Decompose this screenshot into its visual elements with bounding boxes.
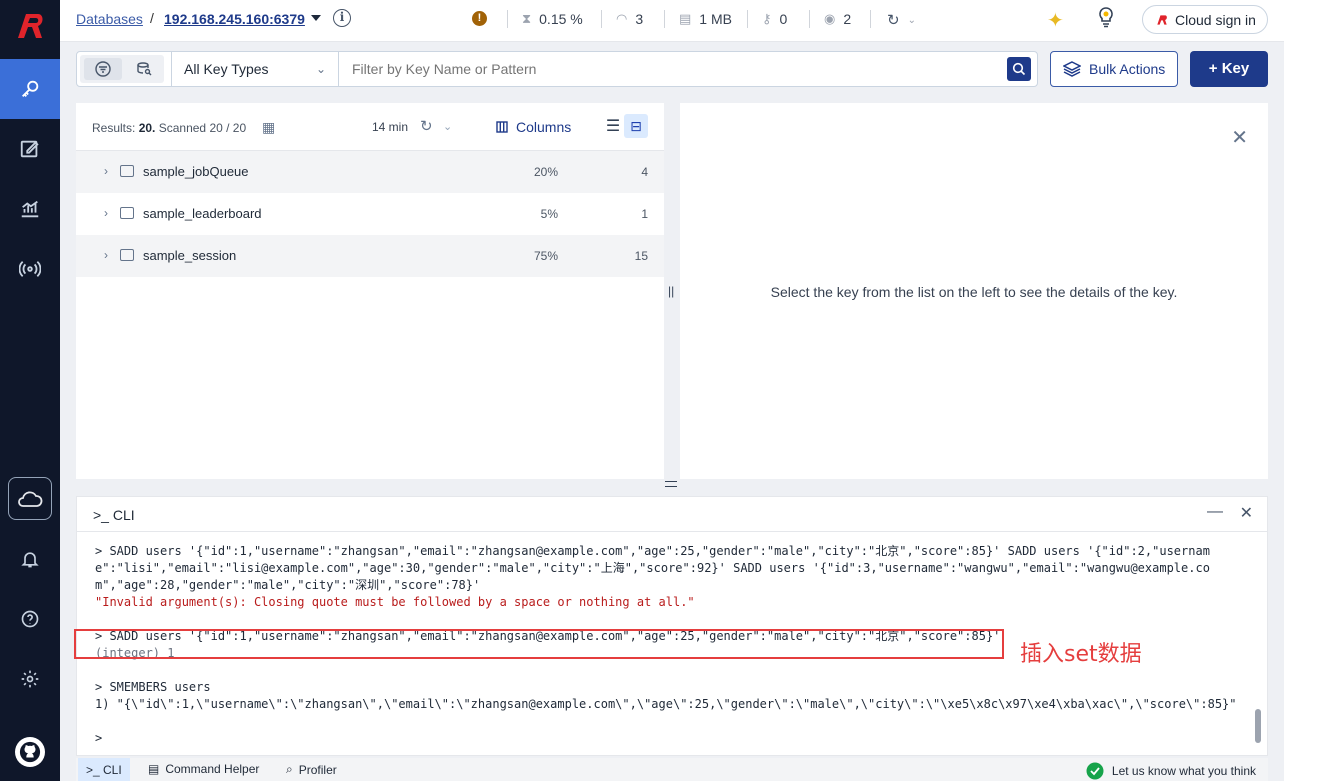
info-icon[interactable]: i xyxy=(333,9,351,27)
redis-logo[interactable] xyxy=(12,8,48,44)
close-icon[interactable]: ✕ xyxy=(1231,125,1248,150)
memory-icon: ▤ xyxy=(679,11,692,26)
cpu-hourglass-icon: ⧗ xyxy=(522,11,532,26)
cpu-stat: ⧗ 0.15 % xyxy=(522,11,583,27)
chevron-right-icon[interactable]: › xyxy=(104,164,108,178)
cli-scrollbar[interactable] xyxy=(1255,537,1261,751)
command-helper-tab[interactable]: ▤ Command Helper xyxy=(148,762,259,776)
key-filter-input[interactable] xyxy=(352,61,992,77)
warning-icon[interactable]: ! xyxy=(472,11,487,26)
settings-gear-icon[interactable] xyxy=(0,649,60,709)
analytics-chart-icon[interactable] xyxy=(0,179,60,239)
vertical-resize-handle[interactable]: || xyxy=(668,284,674,298)
columns-button[interactable]: Columns xyxy=(496,119,571,135)
left-nav xyxy=(0,0,60,781)
list-item[interactable]: › sample_leaderboard 5% 1 xyxy=(76,193,664,235)
feedback-icon xyxy=(1086,762,1104,780)
key-details-panel: ✕ Select the key from the list on the le… xyxy=(680,103,1268,479)
folder-icon xyxy=(120,249,134,261)
cli-title: >_ CLI xyxy=(93,507,135,523)
commands-stat: ◠ 3 xyxy=(616,11,644,27)
cli-command-line: > SADD users '{"id":1,"username":"zhangs… xyxy=(95,544,1210,592)
cli-result-line: 1) "{\"id\":1,\"username\":\"zhangsan\",… xyxy=(95,697,1237,711)
chevron-down-icon[interactable]: ⌄ xyxy=(908,15,916,26)
list-item[interactable]: › sample_session 75% 15 xyxy=(76,235,664,277)
cloud-icon[interactable] xyxy=(8,477,52,520)
search-icon[interactable] xyxy=(1007,57,1031,81)
breadcrumb-separator: / xyxy=(150,10,154,26)
close-icon[interactable]: ✕ xyxy=(1240,503,1253,523)
browser-nav-key-icon[interactable] xyxy=(0,59,60,119)
key-icon: ⚷ xyxy=(762,11,772,26)
chevron-down-icon[interactable] xyxy=(311,15,321,21)
cli-tab[interactable]: >_ CLI xyxy=(78,758,130,781)
annotation-label: 插入set数据 xyxy=(1020,642,1142,667)
github-icon[interactable] xyxy=(15,737,45,767)
list-item[interactable]: › sample_jobQueue 20% 4 xyxy=(76,151,664,193)
chevron-right-icon[interactable]: › xyxy=(104,206,108,220)
chevron-down-icon: ⌄ xyxy=(315,62,326,76)
cli-header: >_ CLI — ✕ xyxy=(77,497,1267,532)
tree-view-icon[interactable]: ⊟ xyxy=(624,114,648,138)
workbench-edit-icon[interactable] xyxy=(0,119,60,179)
database-host-link[interactable]: 192.168.245.160:6379 xyxy=(164,11,305,27)
minimize-icon[interactable]: — xyxy=(1207,503,1223,521)
scan-more-icon[interactable]: ▦ xyxy=(262,119,275,136)
lightbulb-icon[interactable] xyxy=(1096,6,1116,34)
bulk-actions-button[interactable]: Bulk Actions xyxy=(1050,51,1178,87)
filter-bar: All Key Types ⌄ xyxy=(76,51,1038,87)
results-summary: Results: 20. Scanned 20 / 20 xyxy=(92,121,247,135)
feedback-link[interactable]: Let us know what you think xyxy=(1086,762,1256,780)
keys-stat: ⚷ 0 xyxy=(762,11,788,27)
auto-refresh[interactable]: ↻ ⌄ xyxy=(887,11,916,29)
chevron-down-icon[interactable]: ⌄ xyxy=(443,120,452,133)
folder-icon xyxy=(120,207,134,219)
profiler-tab[interactable]: ⌕ Profiler xyxy=(286,762,337,777)
cloud-sign-in-button[interactable]: Cloud sign in xyxy=(1142,5,1268,34)
list-view-icon[interactable]: ☰ xyxy=(602,116,624,138)
document-icon: ▤ xyxy=(148,762,160,776)
refresh-icon[interactable]: ↻ xyxy=(420,117,433,135)
key-list-header: Results: 20. Scanned 20 / 20 ▦ 14 min ↻ … xyxy=(76,103,664,151)
highlight-box xyxy=(74,629,1004,659)
search-db-icon[interactable] xyxy=(128,58,160,80)
redis-small-logo-icon xyxy=(1157,14,1167,25)
cli-prompt[interactable]: > xyxy=(95,730,1237,747)
databases-link[interactable]: Databases xyxy=(76,11,143,27)
columns-icon xyxy=(496,121,508,133)
cli-command-line: > SMEMBERS users xyxy=(95,680,211,694)
user-circle-icon: ◉ xyxy=(824,11,836,26)
key-type-select[interactable]: All Key Types ⌄ xyxy=(171,52,339,86)
key-list-panel: Results: 20. Scanned 20 / 20 ▦ 14 min ↻ … xyxy=(76,103,664,479)
gauge-icon: ◠ xyxy=(616,11,628,26)
memory-stat: ▤ 1 MB xyxy=(679,11,732,27)
refresh-icon[interactable]: ↻ xyxy=(887,11,900,29)
add-key-button[interactable]: + Key xyxy=(1190,51,1268,87)
cli-panel: >_ CLI — ✕ > SADD users '{"id":1,"userna… xyxy=(76,496,1268,756)
main-area: Databases / 192.168.245.160:6379 i ! ⧗ 0… xyxy=(60,0,1284,781)
cli-error-line: "Invalid argument(s): Closing quote must… xyxy=(95,595,695,609)
empty-details-message: Select the key from the list on the left… xyxy=(770,284,1178,300)
chevron-right-icon[interactable]: › xyxy=(104,248,108,262)
notifications-bell-icon[interactable] xyxy=(0,529,60,589)
sparkle-icon[interactable]: ✦ xyxy=(1047,8,1064,33)
layers-icon xyxy=(1063,61,1081,77)
view-mode-toggle xyxy=(80,55,164,83)
last-refresh-time: 14 min xyxy=(372,120,409,134)
pubsub-broadcast-icon[interactable] xyxy=(0,239,60,299)
top-bar: Databases / 192.168.245.160:6379 i ! ⧗ 0… xyxy=(60,0,1284,42)
horizontal-resize-handle[interactable] xyxy=(665,481,677,487)
clients-stat: ◉ 2 xyxy=(824,11,852,27)
bottom-bar: >_ CLI ▤ Command Helper ⌕ Profiler Let u… xyxy=(76,758,1268,781)
help-question-icon[interactable] xyxy=(0,589,60,649)
filter-mode-icon[interactable] xyxy=(84,58,122,80)
profiler-icon: ⌕ xyxy=(286,762,293,776)
right-gutter xyxy=(1284,0,1331,781)
folder-icon xyxy=(120,165,134,177)
